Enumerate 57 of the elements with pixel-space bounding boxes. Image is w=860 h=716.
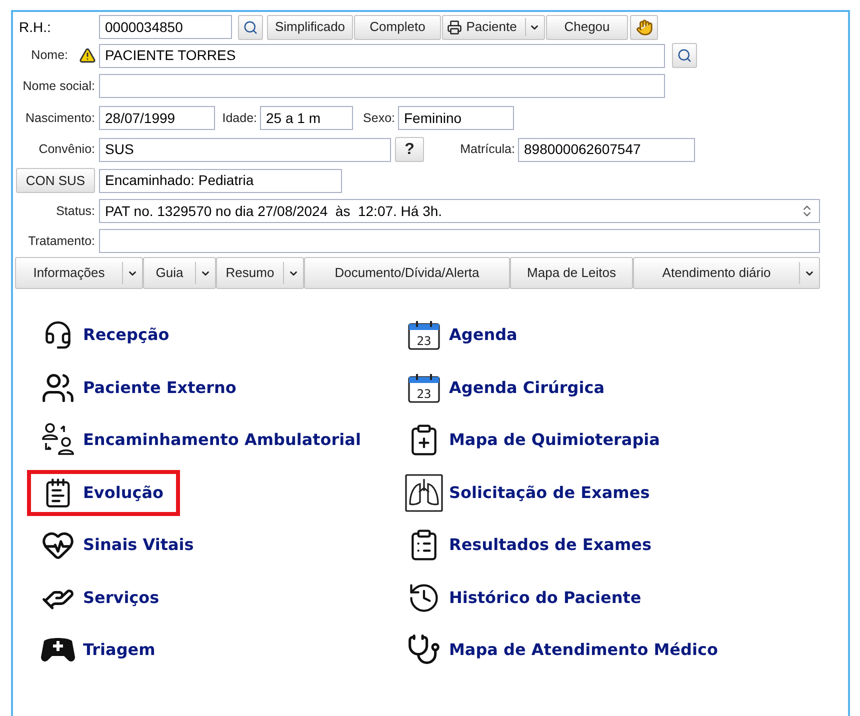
text-field[interactable]: SUS [99,138,391,162]
search-icon [243,20,258,34]
menu-link[interactable]: Triagem [39,627,168,674]
search-icon [677,48,692,63]
tab-button[interactable]: Resumo [216,257,304,289]
con-sus-button[interactable]: CON SUS [16,168,95,193]
hand-icon [636,18,652,36]
menu-link[interactable]: Solicitação de Exames [405,470,662,516]
field-label: Nome: [31,47,69,64]
printer-icon [447,20,462,34]
field-label: Matrícula: [459,141,516,158]
text-field[interactable] [99,74,665,98]
field-label: R.H.: [18,18,52,36]
menu-link[interactable]: Serviços [39,574,172,621]
tab-button[interactable]: Mapa de Leitos [510,257,633,289]
search-button[interactable] [238,14,263,40]
menu-link[interactable]: 23 Agenda [405,312,530,358]
action-button[interactable]: Simplificado [267,14,353,40]
field-label: Sexo: [362,110,396,127]
tab-button[interactable]: Atendimento diário [633,257,820,289]
text-field[interactable]: 898000062607547 [518,138,695,162]
field-label: Status: [55,202,96,220]
field-label: Nascimento: [24,110,96,127]
tab-button[interactable]: Guia [143,257,216,289]
action-button[interactable]: Completo [354,14,441,40]
menu-link[interactable]: Encaminhamento Ambulatorial [39,417,373,464]
text-field[interactable]: Encaminhado: Pediatria [99,168,342,192]
menu-link[interactable]: Paciente Externo [39,364,248,411]
text-field[interactable]: 28/07/1999 [99,106,215,130]
field-label: Tratamento: [27,232,96,250]
status-field[interactable]: PAT no. 1329570 no dia 27/08/2024 às 12:07. Há 3h. [99,199,820,223]
help-button[interactable]: ? [395,137,424,162]
print-menu-button[interactable]: Paciente [442,14,545,40]
receptionist-icon [43,320,73,350]
text-field[interactable]: 25 a 1 m [260,106,353,130]
record-field[interactable]: 0000034850 [99,15,232,39]
text-field[interactable]: PACIENTE TORRES [99,44,665,68]
text-field[interactable]: Feminino [398,106,514,130]
action-button[interactable]: Chegou [546,14,628,40]
menu-link[interactable]: Sinais Vitais [39,522,206,568]
field-label: Idade: [221,110,258,127]
menu-link[interactable]: Histórico do Paciente [405,574,654,621]
field-label: Nome social: [22,78,96,95]
menu-link[interactable]: Resultados de Exames [405,522,664,568]
menu-link[interactable]: 23 Agenda Cirúrgica [405,364,617,411]
arrival-button[interactable] [630,14,658,40]
menu-link[interactable]: Evolução [27,470,180,516]
tab-button[interactable]: Informações [15,257,143,289]
menu-link[interactable]: Mapa de Quimioterapia [405,417,672,464]
menu-link[interactable]: Recepção [39,312,182,358]
status-text: PAT no. 1329570 no dia 27/08/2024 às 12:07. Há 3h. [105,202,442,220]
tab-button[interactable]: Documento/Dívida/Alerta [304,257,510,289]
text-field[interactable] [99,229,820,253]
menu-link[interactable]: Mapa de Atendimento Médico [405,627,730,674]
lungs-icon [405,474,443,512]
field-label: Convênio: [38,141,96,158]
search-button[interactable] [672,43,697,68]
